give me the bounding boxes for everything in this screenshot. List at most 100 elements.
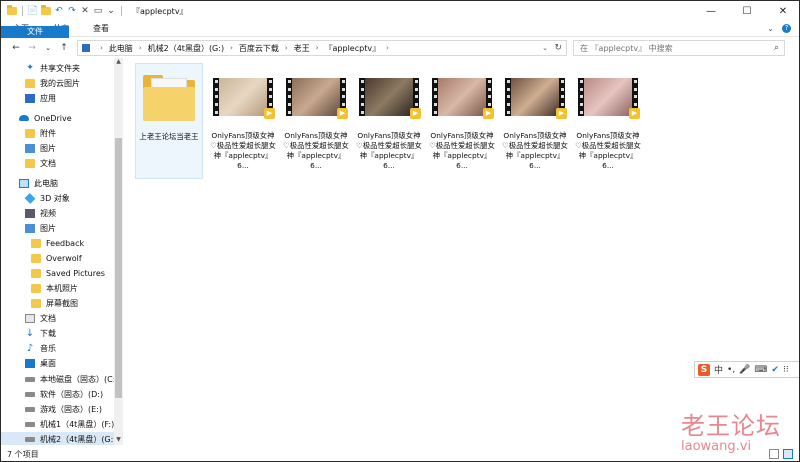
close-button[interactable]: ✕ [765,1,799,21]
scroll-up-icon[interactable]: ▲ [114,58,122,67]
sidebar-item-camera-roll[interactable]: 本机照片 [31,281,78,295]
breadcrumb-laowang[interactable]: 老王 [294,43,310,54]
divider [121,6,122,16]
sidebar-item-onedrive-pictures[interactable]: 图片 [25,141,56,155]
sidebar-item-label: 本地磁盘（固态）(C:) [40,374,119,384]
sidebar-item-this-pc[interactable]: 此电脑 [19,176,58,190]
video-icon: ▶ [213,78,275,119]
ime-language-toggle[interactable]: 中 [714,363,723,376]
breadcrumb-this-pc[interactable]: 此电脑 [109,43,133,54]
keyboard-icon[interactable]: ⌨ [754,365,767,375]
ribbon-tabs: 文件 主页 共享 查看 ⌄ ? [1,21,799,142]
folder-icon [31,283,41,293]
redo-icon[interactable]: ↷ [67,6,77,16]
video-file-item[interactable]: ▶ OnlyFans顶级女神♡极品性爱超长腿女神『applecptv』6... [574,63,642,179]
video-file-item[interactable]: ▶ OnlyFans顶级女神♡极品性爱超长腿女神『applecptv』6... [355,63,423,179]
sidebar-item-label: 游戏（固态）(E:) [40,404,102,414]
3d-objects-icon [24,192,36,204]
sidebar-item-my-cloud-pictures[interactable]: 我的云图片 [25,76,80,90]
sidebar-item-desktop[interactable]: 桌面 [25,356,56,370]
sidebar-item-documents[interactable]: 文档 [25,311,56,325]
sidebar-item-label: 此电脑 [34,178,58,188]
video-file-item[interactable]: ▶ OnlyFans顶级女神♡极品性爱超长腿女神『applecptv』6... [282,63,350,179]
sidebar-item-label: 图片 [40,223,56,233]
back-button[interactable]: ← [9,41,23,55]
sidebar-item-downloads[interactable]: ↓ 下载 [25,326,56,340]
recent-locations-button[interactable]: ⌄ [41,41,55,55]
scroll-down-icon[interactable]: ▼ [114,436,122,445]
search-icon[interactable]: ⌕ [774,43,779,53]
forward-button[interactable]: → [25,41,39,55]
ime-punctuation-toggle[interactable]: •, [727,365,735,375]
folder-icon [25,158,35,168]
properties-icon[interactable]: 📄 [27,6,38,16]
folder-icon [31,298,41,308]
new-folder-icon[interactable] [41,5,51,16]
sidebar-item-label: Overwolf [46,253,82,263]
microphone-icon[interactable]: 🎤 [739,365,750,375]
sidebar-item-onedrive[interactable]: OneDrive [19,111,72,125]
minimize-button[interactable]: — [693,1,729,21]
drive-icon [25,421,35,427]
scrollbar-thumb[interactable] [115,138,122,398]
sidebar-item-label: 屏幕截图 [46,298,78,308]
video-icon: ▶ [505,78,567,119]
search-input[interactable] [580,43,765,53]
sidebar-item-onedrive-documents[interactable]: 文档 [25,156,56,170]
details-view-button[interactable] [769,449,779,459]
sidebar-item-3d-objects[interactable]: 3D 对象 [24,191,70,205]
sidebar-item-drive-g[interactable]: 机械2（4t黑盘）(G:) [1,432,116,445]
refresh-icon[interactable]: ↻ [554,43,562,53]
video-thumbnail: ▶ [285,66,348,128]
sidebar-item-overwolf[interactable]: Overwolf [31,251,82,265]
search-box[interactable]: ⌕ [573,40,785,56]
sidebar-item-drive-d[interactable]: 软件（固态）(D:) [25,387,103,401]
address-bar[interactable]: › 此电脑 › 机械2（4t黑盘）(G:) › 百度云下载 › 老王 › 『ap… [77,40,567,56]
video-file-item[interactable]: ▶ OnlyFans顶级女神♡极品性爱超长腿女神『applecptv』6... [501,63,569,179]
sidebar-item-drive-c[interactable]: 本地磁盘（固态）(C:) [25,372,119,386]
sidebar-item-music[interactable]: ♪ 音乐 [25,341,56,355]
sidebar-item-feedback[interactable]: Feedback [31,236,84,250]
sidebar-item-videos[interactable]: 视频 [25,206,56,220]
music-icon: ♪ [26,342,34,354]
video-file-item[interactable]: ▶ OnlyFans顶级女神♡极品性爱超长腿女神『applecptv』6... [209,63,277,179]
delete-icon[interactable]: ✕ [80,6,90,16]
ime-logo-icon[interactable]: S [698,363,710,376]
sidebar-item-pictures[interactable]: 图片 [25,221,56,235]
file-name: OnlyFans顶级女神♡极品性爱超长腿女神『applecptv』6... [429,131,495,170]
video-file-item[interactable]: ▶ OnlyFans顶级女神♡极品性爱超长腿女神『applecptv』6... [428,63,496,179]
breadcrumb-baidu-download[interactable]: 百度云下载 [239,43,279,54]
navigation-bar: ← → ⌄ ↑ › 此电脑 › 机械2（4t黑盘）(G:) › 百度云下载 › … [1,38,799,58]
content-scrollbar[interactable] [792,58,799,445]
sidebar-item-label: 附件 [40,128,56,138]
sidebar-item-drive-e[interactable]: 游戏（固态）(E:) [25,402,102,416]
help-icon[interactable]: ? [782,24,791,33]
video-thumbnail: ▶ [431,66,494,128]
maximize-button[interactable]: ☐ [729,1,765,21]
sidebar-scrollbar[interactable]: ▲ ▼ [114,58,122,445]
rename-icon[interactable]: ▭ [93,6,103,16]
sidebar-item-label: 视频 [40,208,56,218]
sidebar-item-saved-pictures[interactable]: Saved Pictures [31,266,105,280]
sidebar-item-attachments[interactable]: 附件 [25,126,56,140]
sidebar-item-shared-folder[interactable]: ✦ 共享文件夹 [25,61,80,75]
breadcrumb-drive-g[interactable]: 机械2（4t黑盘）(G:) [148,43,224,54]
folder-item[interactable]: 上老王论坛当老王 [135,63,203,179]
large-icons-view-button[interactable] [783,449,793,459]
expand-ribbon-icon[interactable]: ⌄ [767,24,774,33]
sidebar-item-apps[interactable]: 应用 [25,91,56,105]
sidebar-item-screenshots[interactable]: 屏幕截图 [31,296,78,310]
divider [22,6,23,16]
skin-icon[interactable]: ✔ [771,365,779,375]
undo-icon[interactable]: ↶ [54,6,64,16]
customize-toolbar-icon[interactable]: ⌄ [106,6,116,16]
sidebar-item-label: 共享文件夹 [40,63,80,73]
up-button[interactable]: ↑ [57,41,71,55]
menu-grid-icon[interactable]: ⁝⁝ [783,365,789,375]
chevron-down-icon[interactable]: ⌄ [542,44,548,52]
drive-icon [25,376,35,382]
sidebar-item-drive-f[interactable]: 机械1（4t黑盘）(F:) [25,417,114,431]
tab-view[interactable]: 查看 [81,21,121,37]
watermark-url: laowang.vi [681,439,752,454]
breadcrumb-current-folder[interactable]: 『applecptv』 [325,43,381,54]
